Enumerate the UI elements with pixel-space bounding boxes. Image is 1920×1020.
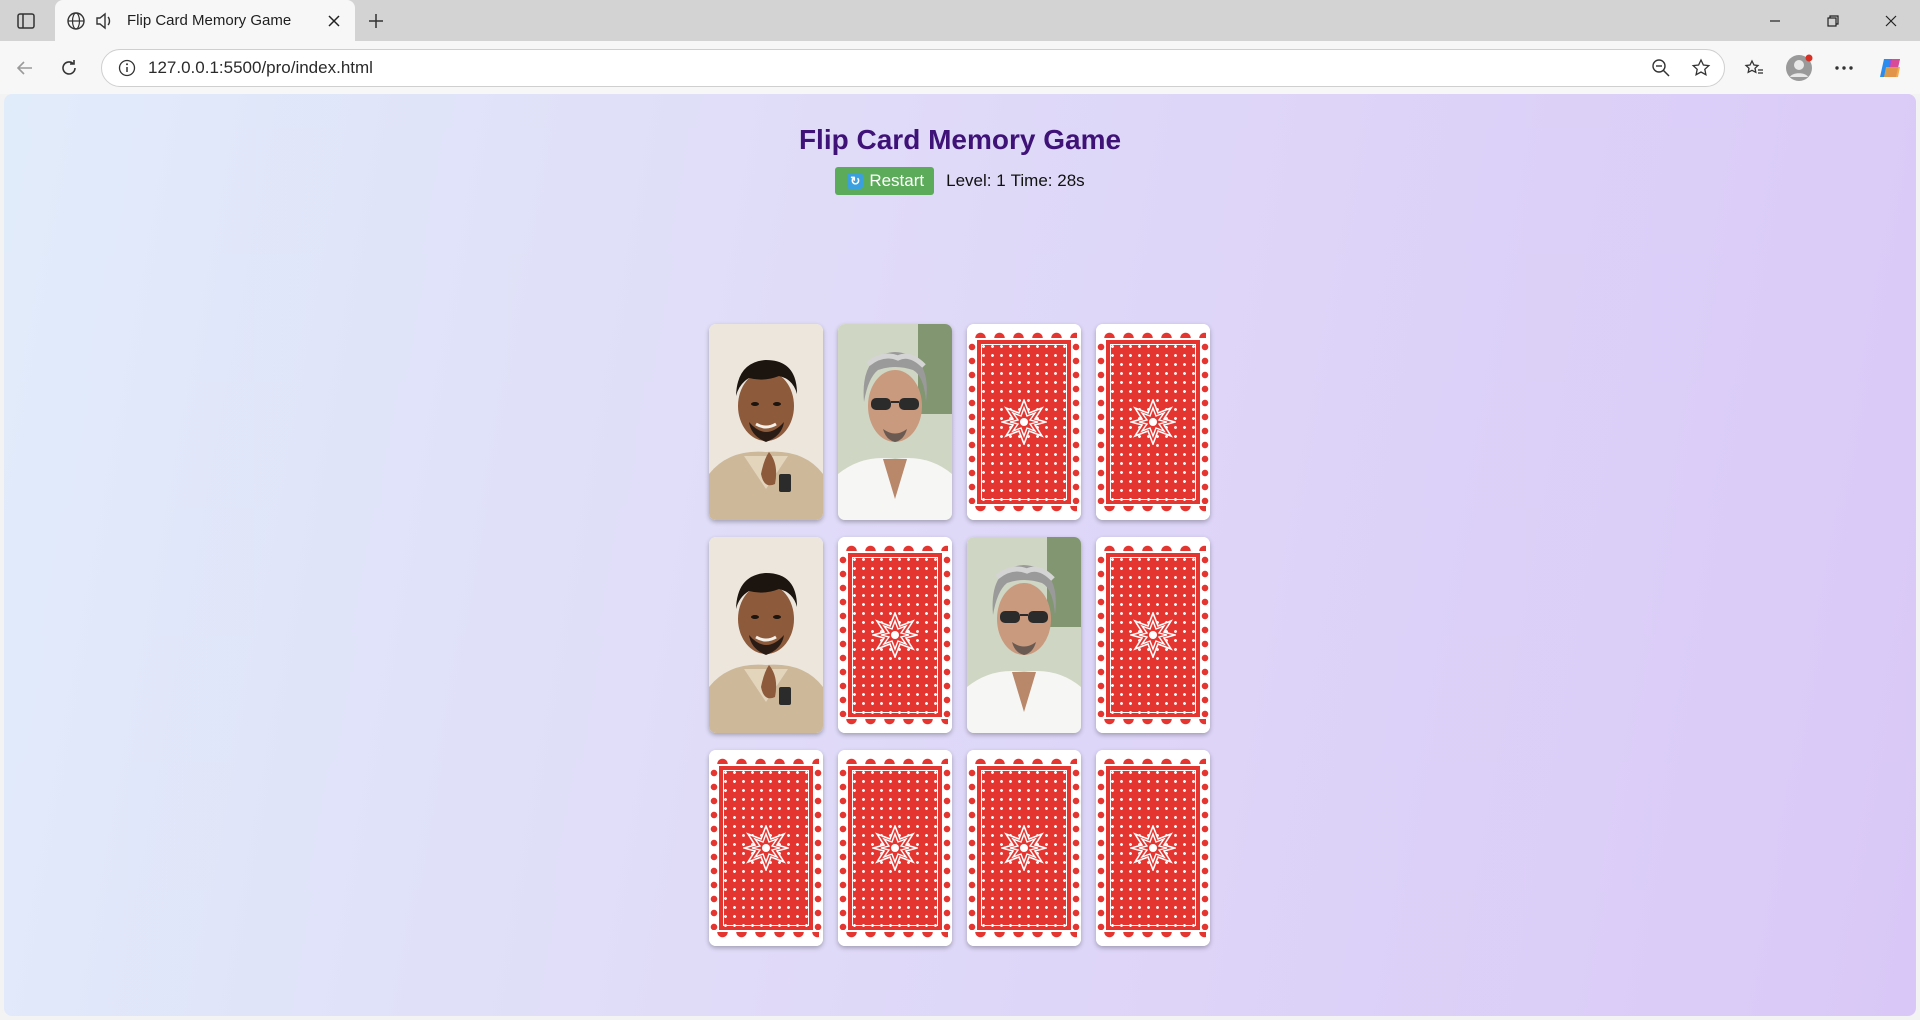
card-back-pattern (1096, 324, 1210, 520)
card-grid (709, 324, 1210, 946)
speaker-icon[interactable] (93, 10, 115, 32)
globe-icon (65, 10, 87, 32)
restart-icon: ↻ (847, 173, 864, 189)
card-face-up[interactable] (967, 537, 1081, 733)
url-text[interactable]: 127.0.0.1:5500/pro/index.html (148, 58, 1644, 78)
back-icon[interactable] (8, 51, 42, 85)
profile-avatar[interactable] (1782, 51, 1816, 85)
refresh-icon[interactable] (52, 51, 86, 85)
page-title: Flip Card Memory Game (798, 124, 1122, 155)
favorites-icon[interactable] (1737, 51, 1771, 85)
close-tab-icon[interactable] (323, 10, 345, 32)
card-face-up[interactable] (709, 324, 823, 520)
restart-button[interactable]: ↻ Restart (835, 167, 935, 195)
card-face-down[interactable] (709, 750, 823, 946)
page-viewport: Flip Card Memory Game ↻ Restart Level: 1… (4, 94, 1916, 1016)
time-text: Time: 28s (1010, 171, 1085, 190)
level-text: Level: 1 (946, 171, 1006, 190)
browser-tab-bar: Flip Card Memory Game (0, 0, 1920, 41)
close-window-icon[interactable] (1862, 0, 1920, 41)
card-face-up[interactable] (709, 537, 823, 733)
card-back-pattern (967, 750, 1081, 946)
tab-actions-icon[interactable] (10, 8, 42, 34)
card-back-pattern (1096, 750, 1210, 946)
portrait-a-image (709, 324, 823, 520)
portrait-a-image (709, 537, 823, 733)
address-bar[interactable]: 127.0.0.1:5500/pro/index.html (101, 49, 1725, 87)
card-face-down[interactable] (838, 537, 952, 733)
card-back-pattern (838, 537, 952, 733)
portrait-b-image (838, 324, 952, 520)
restart-label: Restart (869, 171, 925, 190)
tab-title: Flip Card Memory Game (127, 12, 292, 29)
card-back-pattern (967, 324, 1081, 520)
card-face-down[interactable] (1096, 750, 1210, 946)
card-face-down[interactable] (1096, 324, 1210, 520)
card-back-pattern (838, 750, 952, 946)
card-face-down[interactable] (967, 324, 1081, 520)
card-back-pattern (709, 750, 823, 946)
minimize-icon[interactable] (1746, 0, 1804, 41)
card-face-down[interactable] (838, 750, 952, 946)
card-face-down[interactable] (1096, 537, 1210, 733)
card-face-up[interactable] (838, 324, 952, 520)
browser-tab[interactable]: Flip Card Memory Game (55, 0, 355, 41)
more-options-icon[interactable] (1827, 51, 1861, 85)
new-tab-icon[interactable] (362, 8, 390, 34)
browser-toolbar: 127.0.0.1:5500/pro/index.html (0, 41, 1920, 94)
card-face-down[interactable] (967, 750, 1081, 946)
restore-icon[interactable] (1804, 0, 1862, 41)
game-controls: ↻ Restart Level: 1 Time: 28s (4, 167, 1916, 195)
site-info-icon[interactable] (110, 51, 144, 85)
card-back-pattern (1096, 537, 1210, 733)
favorite-star-icon[interactable] (1684, 51, 1718, 85)
zoom-out-icon[interactable] (1644, 51, 1678, 85)
portrait-b-image (967, 537, 1081, 733)
game-status: Level: 1 Time: 28s (946, 171, 1085, 191)
copilot-icon[interactable] (1874, 51, 1908, 85)
